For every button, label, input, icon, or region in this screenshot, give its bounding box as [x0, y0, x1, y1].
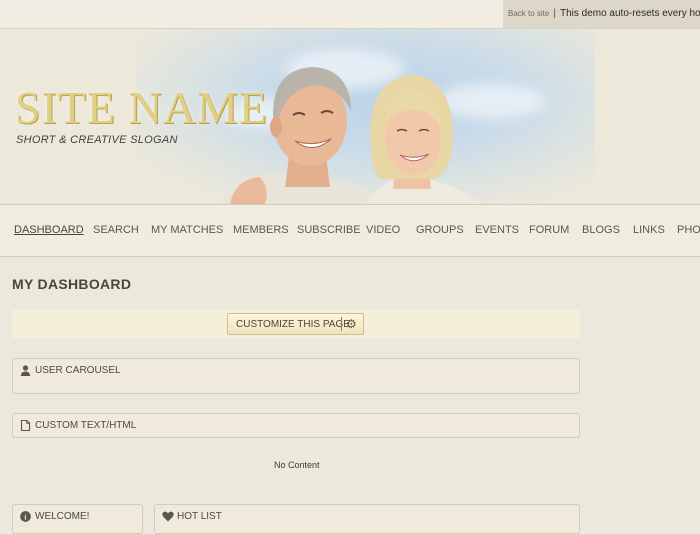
nav-item-photos[interactable]: PHOTOS	[677, 224, 700, 236]
demo-notice: Back to site | This demo auto-resets every…	[503, 0, 700, 28]
hot-list-panel: HOT LIST	[154, 504, 580, 534]
site-name-logo[interactable]: SITE NAME	[15, 81, 268, 134]
page-title: MY DASHBOARD	[12, 276, 132, 292]
customize-page-button[interactable]: CUSTOMIZE THIS PAGE ⚙	[227, 313, 364, 335]
custom-text-panel: CUSTOM TEXT/HTML	[12, 413, 580, 438]
demo-reset-message: This demo auto-resets every hour	[559, 8, 700, 19]
main-navigation: DASHBOARD SEARCH MY MATCHES MEMBERS SUBS…	[0, 204, 700, 257]
customize-page-label: CUSTOMIZE THIS PAGE	[236, 319, 350, 330]
nav-item-events[interactable]: EVENTS	[475, 224, 519, 236]
nav-item-search[interactable]: SEARCH	[93, 224, 139, 236]
demo-topbar: Back to site | This demo auto-resets every…	[0, 0, 700, 29]
user-carousel-panel: USER CAROUSEL	[12, 358, 580, 394]
back-to-site-link[interactable]: Back to site	[508, 9, 549, 18]
site-slogan: SHORT & CREATIVE SLOGAN	[16, 134, 178, 146]
nav-item-members[interactable]: MEMBERS	[233, 224, 289, 236]
user-icon	[20, 365, 31, 376]
nav-item-subscribe[interactable]: SUBSCRIBE	[297, 224, 361, 236]
nav-item-links[interactable]: LINKS	[633, 224, 665, 236]
panel-title-custom-text: CUSTOM TEXT/HTML	[35, 420, 137, 431]
gear-icon[interactable]: ⚙	[346, 316, 357, 332]
nav-item-forum[interactable]: FORUM	[529, 224, 569, 236]
nav-item-blogs[interactable]: BLOGS	[582, 224, 620, 236]
heart-icon	[162, 511, 174, 522]
nav-item-my-matches[interactable]: MY MATCHES	[151, 224, 223, 236]
button-divider	[341, 317, 342, 331]
nav-item-video[interactable]: VIDEO	[366, 224, 400, 236]
nav-item-dashboard[interactable]: DASHBOARD	[14, 224, 84, 236]
document-icon	[20, 420, 31, 431]
nav-item-groups[interactable]: GROUPS	[416, 224, 464, 236]
welcome-panel: i WELCOME!	[12, 504, 143, 534]
panel-title-welcome: WELCOME!	[35, 511, 90, 522]
panel-title-hot-list: HOT LIST	[177, 511, 222, 522]
no-content-text: No Content	[274, 460, 320, 470]
site-header: SITE NAME SHORT & CREATIVE SLOGAN	[0, 29, 700, 204]
panel-title-user-carousel: USER CAROUSEL	[35, 365, 121, 376]
separator: |	[553, 8, 556, 19]
info-icon: i	[20, 511, 31, 522]
